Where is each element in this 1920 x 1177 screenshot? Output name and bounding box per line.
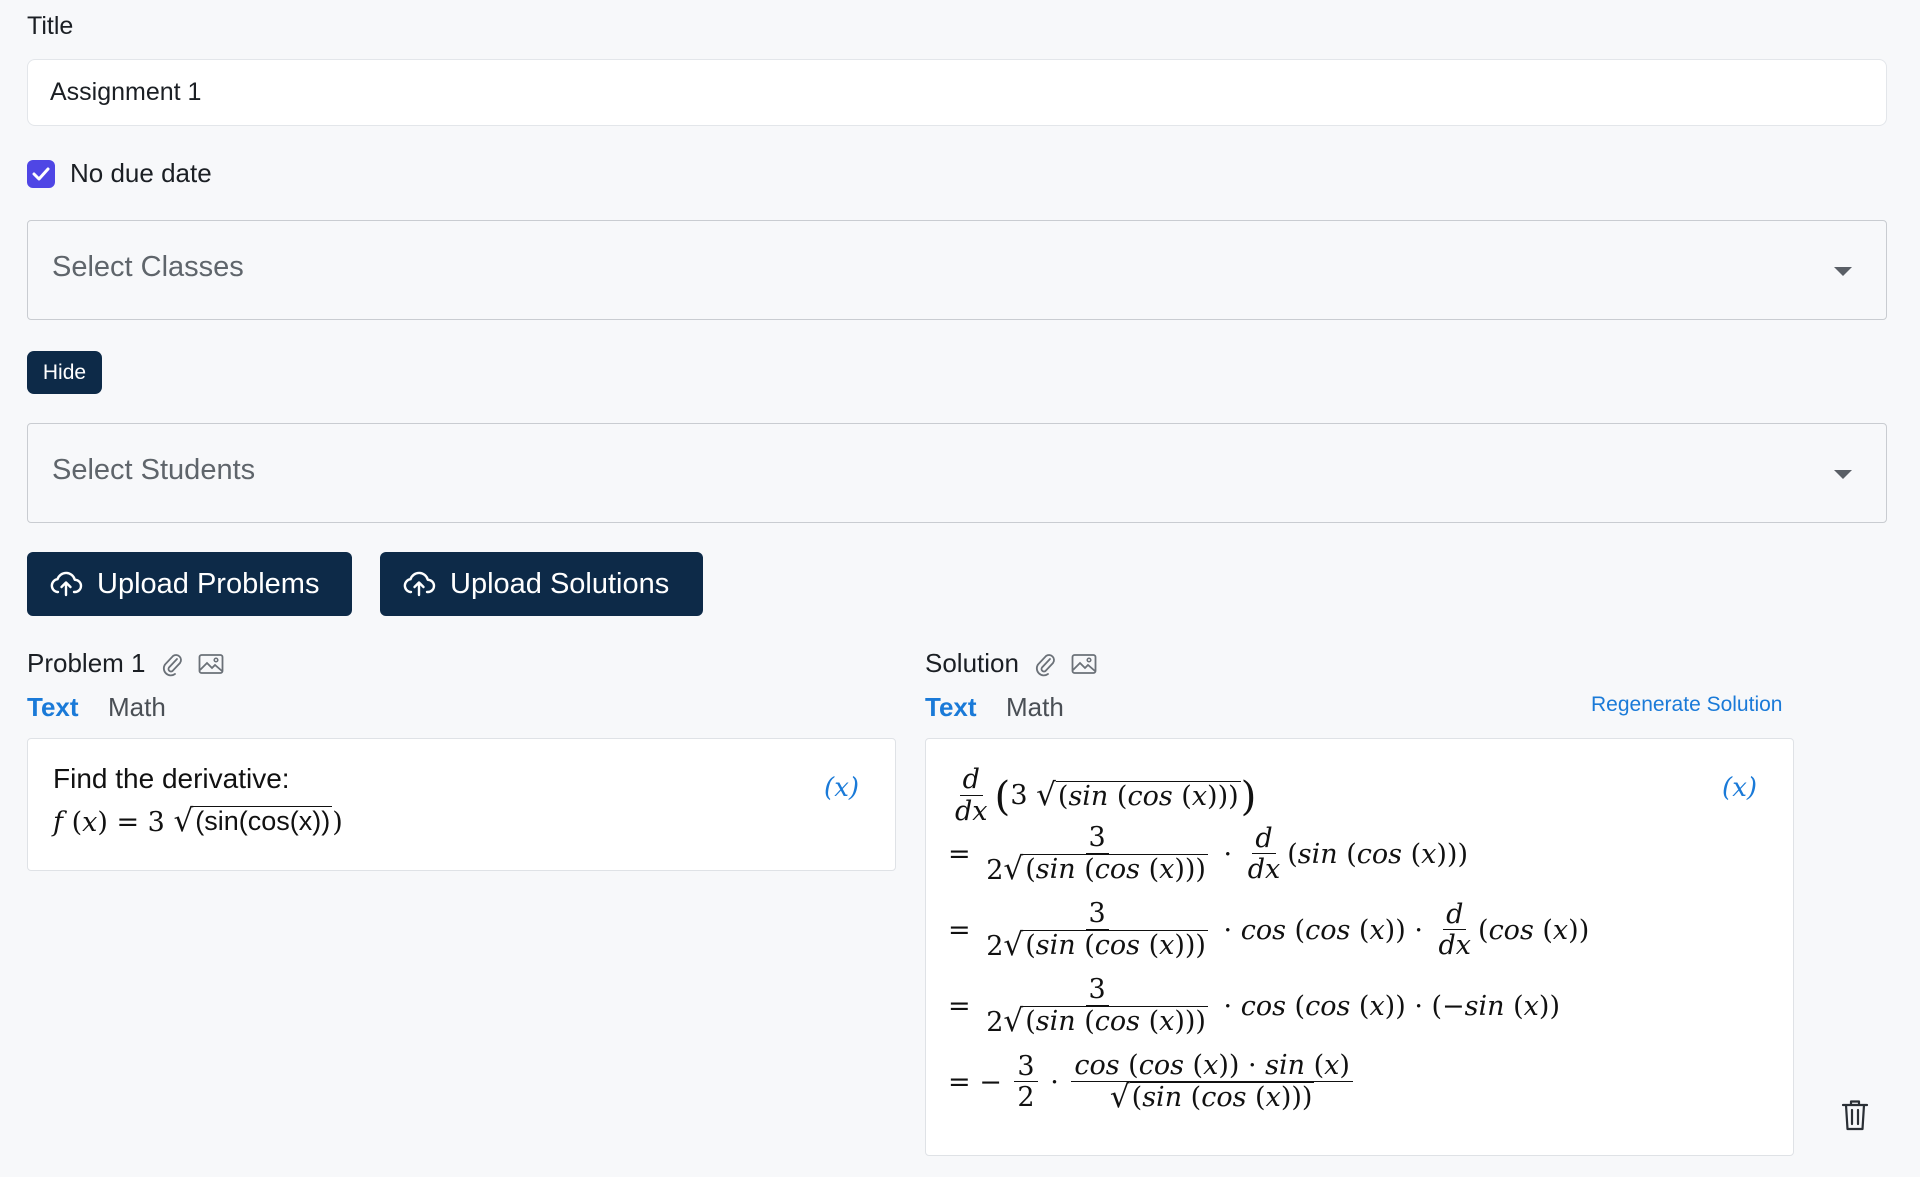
upload-solutions-label: Upload Solutions — [450, 567, 670, 600]
title-input[interactable] — [27, 59, 1887, 126]
problem-editor[interactable]: Find the derivative: f (x) = 3 √ (sin(cos… — [27, 738, 896, 871]
students-select-placeholder: Select Students — [52, 454, 256, 486]
paperclip-icon[interactable] — [160, 651, 184, 677]
regenerate-solution-link[interactable]: Regenerate Solution — [1591, 693, 1782, 717]
hide-button[interactable]: Hide — [27, 351, 102, 394]
solution-label: Solution — [925, 648, 1019, 678]
solution-step: = 3 2 √ (sin (cos (x))) · d dx(sin (cos (x))… — [948, 822, 1468, 887]
students-select[interactable]: Select Students — [27, 423, 1887, 523]
problem-header: Problem 1 — [27, 648, 224, 679]
no-due-date-label: No due date — [70, 158, 212, 188]
chevron-down-icon — [1834, 470, 1852, 479]
upload-solutions-button[interactable]: Upload Solutions — [380, 552, 703, 616]
checkmark-icon — [32, 167, 50, 181]
classes-select[interactable]: Select Classes — [27, 220, 1887, 320]
solution-step: = 3 2 √ (sin (cos (x))) · cos (cos (x)) · (… — [948, 974, 1560, 1039]
solution-tab-math[interactable]: Math — [1006, 692, 1064, 723]
solution-step: = 3 2 √ (sin (cos (x))) · cos (cos (x)) · d… — [948, 898, 1590, 963]
upload-problems-label: Upload Problems — [97, 567, 320, 600]
cloud-upload-icon — [403, 571, 436, 597]
problem-tab-text[interactable]: Text — [27, 692, 79, 723]
solution-editor[interactable]: (x) d dx (3 √ (sin (cos (x)))) = 3 2 √ (sin (… — [925, 738, 1794, 1156]
solution-step: = − 32 · cos (cos (x)) · sin (x) √ (sin (c… — [948, 1051, 1357, 1114]
no-due-date-checkbox[interactable] — [27, 160, 55, 188]
upload-problems-button[interactable]: Upload Problems — [27, 552, 352, 616]
paperclip-icon[interactable] — [1033, 651, 1057, 677]
cloud-upload-icon — [50, 571, 83, 597]
problem-formula-arg: (sin(cos(x)) — [193, 806, 333, 837]
problem-label: Problem 1 — [27, 648, 146, 678]
title-label: Title — [27, 12, 74, 40]
solution-step: d dx (3 √ (sin (cos (x)))) — [955, 764, 1257, 827]
image-icon[interactable] — [1071, 653, 1097, 675]
trash-icon[interactable] — [1840, 1098, 1870, 1137]
problem-formula: f (x) = 3 √ (sin(cos(x))) — [53, 803, 343, 839]
variable-icon[interactable]: (x) — [824, 773, 859, 803]
classes-select-placeholder: Select Classes — [52, 251, 244, 283]
problem-text: Find the derivative: — [53, 763, 290, 794]
problem-tab-math[interactable]: Math — [108, 692, 166, 723]
image-icon[interactable] — [198, 653, 224, 675]
chevron-down-icon — [1834, 267, 1852, 276]
solution-header: Solution — [925, 648, 1097, 679]
solution-tab-text[interactable]: Text — [925, 692, 977, 723]
variable-icon[interactable]: (x) — [1722, 773, 1757, 803]
